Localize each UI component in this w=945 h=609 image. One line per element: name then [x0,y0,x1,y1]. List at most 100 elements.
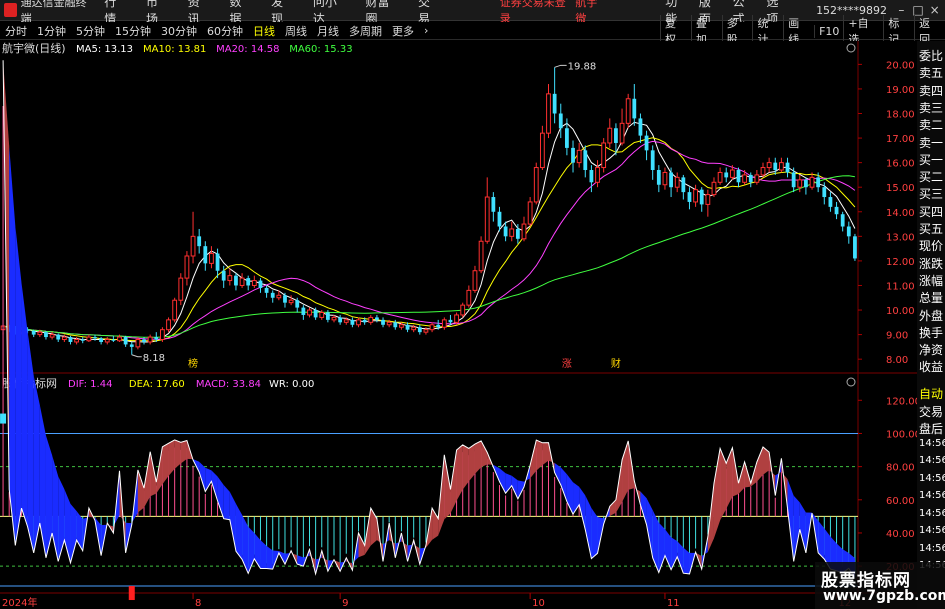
candle-body-down[interactable] [644,135,649,151]
candle-body-down[interactable] [669,172,673,188]
candle-body-down[interactable] [834,206,839,215]
kline-chart[interactable]: 航宇微(日线) MA5: 13.13 MA10: 13.81 MA20: 14.58 M… [0,41,917,609]
candle-body-up[interactable] [809,176,815,188]
candle-body-up[interactable] [533,167,539,203]
candle-body-up[interactable] [209,253,214,264]
candle-body-down[interactable] [301,307,306,315]
period-tab[interactable]: 分时 [0,23,32,39]
candle-body-down[interactable] [338,317,343,323]
candle-body-down[interactable] [552,93,557,114]
candle-body-down[interactable] [828,197,833,207]
candle-body-down[interactable] [840,214,845,227]
candle-body-down[interactable] [405,324,410,330]
candle-body-up[interactable] [160,329,165,341]
candle-body-up[interactable] [86,336,92,342]
candle-body-down[interactable] [638,118,643,136]
candle-body-down[interactable] [736,170,741,183]
period-tab[interactable]: 15分钟 [110,23,156,39]
candle-body-down[interactable] [681,177,686,193]
candle-body-down[interactable] [123,337,128,345]
candle-body-down[interactable] [270,292,275,298]
candle-body-down[interactable] [724,172,729,178]
candle-body-up[interactable] [797,179,803,188]
candle-body-up[interactable] [766,162,772,169]
candle-body-up[interactable] [539,132,545,169]
candle-body-up[interactable] [276,294,282,299]
candle-body-up[interactable] [117,336,122,342]
period-tab[interactable]: 多周期 [344,23,387,39]
period-tab[interactable]: 周线 [280,23,312,39]
tick-panel-label[interactable]: 自动 [919,385,943,402]
candle-body-up[interactable] [460,304,466,316]
period-tab[interactable]: 60分钟 [202,23,248,39]
period-tab[interactable]: 30分钟 [156,23,202,39]
candle-body-up[interactable] [711,181,717,196]
candle-body-down[interactable] [564,128,569,148]
candle-body-up[interactable] [49,334,55,338]
candle-body-down[interactable] [791,172,796,188]
candle-body-up[interactable] [484,196,490,242]
candle-body-down[interactable] [773,162,778,171]
candle-body-up[interactable] [742,174,748,183]
candle-body-up[interactable] [527,201,533,225]
candle-body-down[interactable] [264,287,269,293]
candle-body-down[interactable] [375,317,379,320]
candle-body-up[interactable] [319,311,325,318]
candle-body-up[interactable] [37,331,43,336]
candle-body-down[interactable] [325,312,330,320]
candle-body-up[interactable] [607,127,613,144]
candle-body-down[interactable] [111,339,116,341]
f10-button[interactable]: F10 [814,24,843,38]
candle-body-down[interactable] [650,150,655,171]
candle-body-down[interactable] [381,319,385,325]
candle-body-down[interactable] [44,332,48,338]
candle-body-down[interactable] [221,270,226,281]
candle-body-up[interactable] [166,319,171,331]
candle-body-down[interactable] [99,338,104,342]
candle-body-down[interactable] [436,324,441,328]
candle-body-down[interactable] [491,197,496,212]
candle-body-down[interactable] [197,236,202,247]
candle-body-up[interactable] [184,255,190,279]
period-tab-daily[interactable]: 日线 [248,23,280,39]
candle-body-up[interactable] [601,142,607,169]
candle-body-down[interactable] [822,187,827,198]
candle-body-up[interactable] [576,149,582,164]
candle-body-up[interactable] [705,194,711,205]
candle-body-down[interactable] [234,275,238,286]
candle-body-down[interactable] [656,170,661,185]
candle-body-down[interactable] [215,253,220,271]
candle-body-up[interactable] [172,299,178,321]
candle-body-down[interactable] [558,113,563,129]
candle-body-up[interactable] [368,316,374,323]
candle-body-up[interactable] [190,235,196,257]
candle-body-up[interactable] [227,275,233,282]
candle-body-up[interactable] [717,171,723,183]
period-tab[interactable]: 5分钟 [71,23,110,39]
candle-body-down[interactable] [258,280,263,288]
candle-body-up[interactable] [429,324,435,331]
candle-body-down[interactable] [589,170,594,183]
candle-body-up[interactable] [478,240,484,272]
candle-body-down[interactable] [497,211,502,227]
candle-body-down[interactable] [93,337,97,339]
candle-body-down[interactable] [785,162,790,173]
candle-body-down[interactable] [129,344,134,347]
candle-body-down[interactable] [393,322,398,328]
candle-body-up[interactable] [288,299,294,304]
candle-body-up[interactable] [178,277,184,301]
candle-body-up[interactable] [251,280,257,286]
candle-body-down[interactable] [417,327,422,333]
candle-body-up[interactable] [411,326,417,331]
candle-body-down[interactable] [846,226,851,237]
candle-body-up[interactable] [693,189,698,203]
candle-body-down[interactable] [68,337,73,342]
candle-body-up[interactable] [662,171,668,186]
candle-body-down[interactable] [699,189,704,205]
candle-body-up[interactable] [595,167,600,183]
candle-body-up[interactable] [754,174,760,183]
chevron-right-icon[interactable]: › [419,24,433,37]
candle-body-up[interactable] [778,162,784,171]
candle-body-down[interactable] [853,236,857,259]
candle-body-up[interactable] [74,339,80,343]
